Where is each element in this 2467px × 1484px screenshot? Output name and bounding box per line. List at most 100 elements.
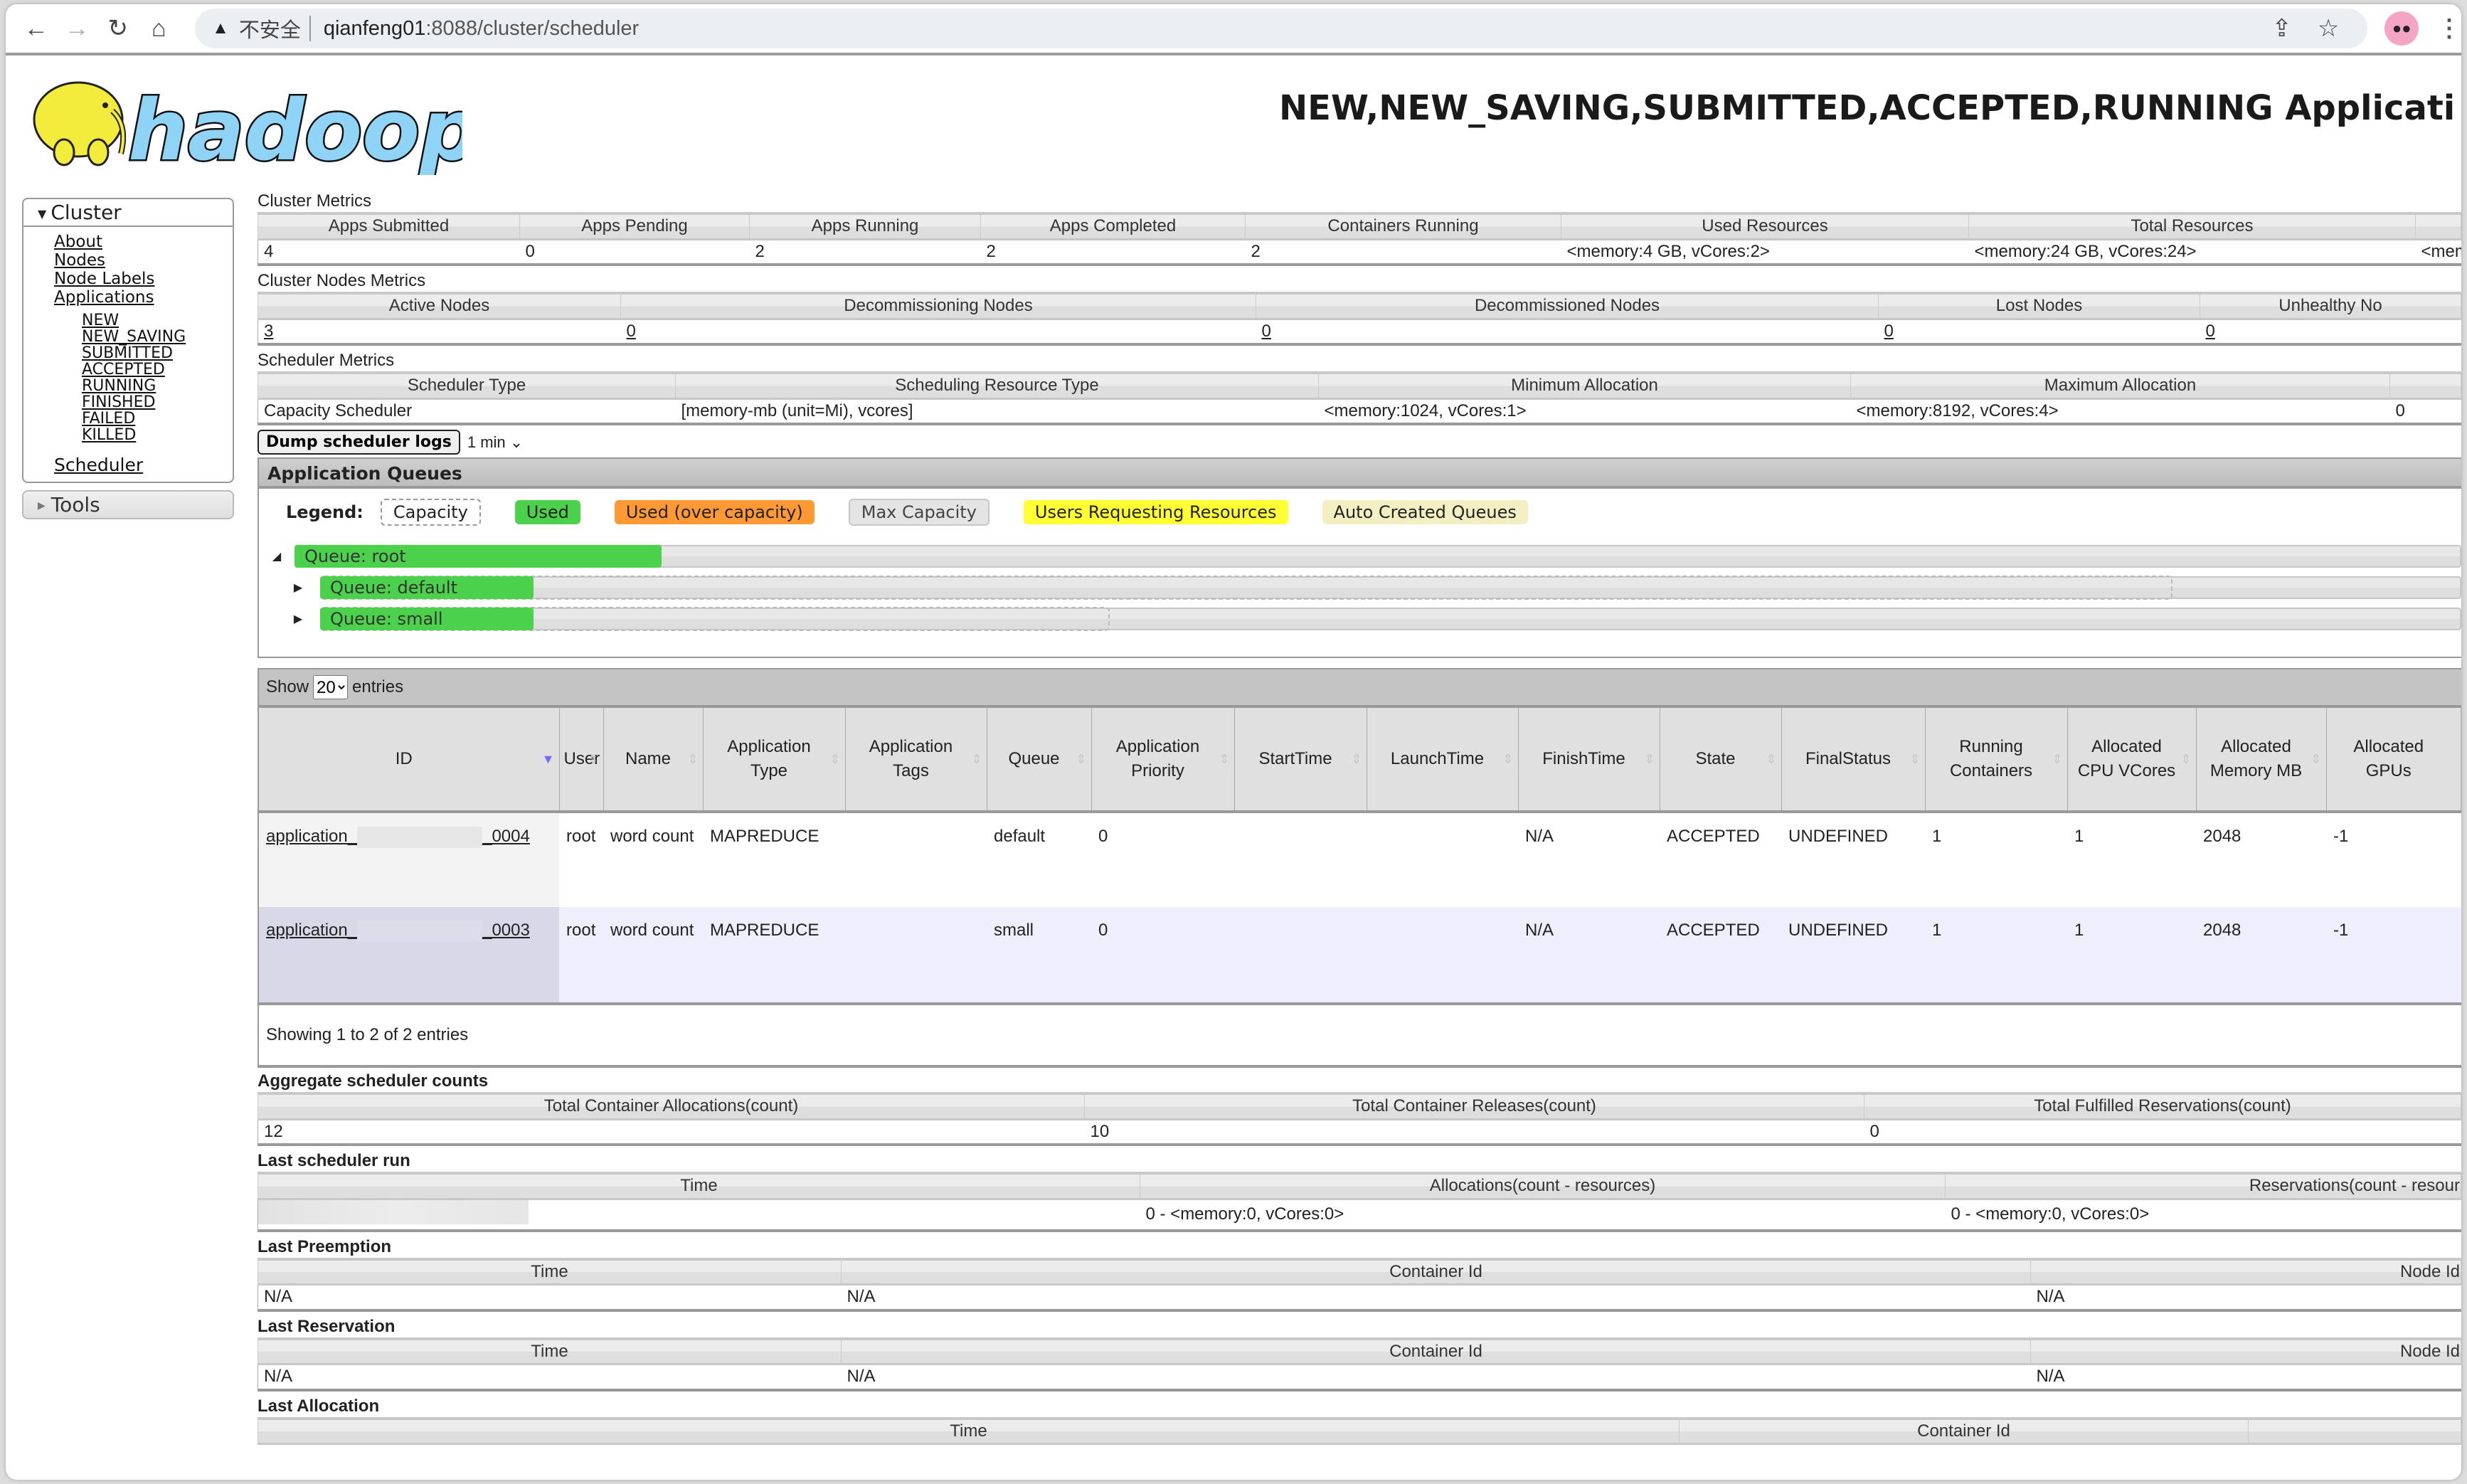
column-launch-time[interactable]: LaunchTime ⇕ <box>1367 708 1519 813</box>
column-final-status[interactable]: FinalStatus ⇕ <box>1781 708 1926 813</box>
page-size-select[interactable]: 20 <box>313 675 349 699</box>
legend-used: Used <box>514 500 580 524</box>
sort-icon: ⇕ <box>1502 752 1514 766</box>
last-preemption-title: Last Preemption <box>258 1236 392 1256</box>
table-header-row: ID ▼ User ⇕ Name ⇕ Application Type ⇕ Applic… <box>259 708 2461 813</box>
sidebar-link-scheduler[interactable]: Scheduler <box>23 456 233 475</box>
header-apps-submitted: Apps Submitted <box>258 212 520 240</box>
column-allocated-memory[interactable]: Allocated Memory MB ⇕ <box>2196 708 2327 813</box>
hadoop-logo[interactable]: hadoop <box>21 68 462 175</box>
queue-default-used-bar[interactable]: Queue: default <box>320 576 534 599</box>
sort-icon: ⇕ <box>2052 752 2063 766</box>
queue-default[interactable]: ▶ Queue: default <box>266 576 2461 600</box>
active-nodes-link[interactable]: 3 <box>264 322 273 341</box>
header-apps-completed: Apps Completed <box>980 212 1246 240</box>
page: hadoop NEW,NEW_SAVING,SUBMITTED,ACCEPTED… <box>6 58 2461 1480</box>
column-finish-time[interactable]: FinishTime ⇕ <box>1518 708 1660 813</box>
expand-down-icon[interactable]: ◢ <box>266 549 287 563</box>
cell-state: ACCEPTED <box>1660 812 1781 907</box>
total-resources-value: <memory:24 GB, vCores:24> <box>1968 239 2416 266</box>
cluster-section-header[interactable]: ▼ Cluster <box>23 199 233 227</box>
cell-redacted-times <box>1234 907 1518 1002</box>
sort-icon: ⇕ <box>1766 752 1777 766</box>
sidebar-link-killed[interactable]: KILLED <box>23 427 233 443</box>
column-allocated-vcores[interactable]: Allocated CPU VCores ⇕ <box>2067 708 2197 813</box>
sidebar-link-nodes[interactable]: Nodes <box>23 251 233 270</box>
sort-icon: ⇕ <box>1351 752 1362 766</box>
header-apps-pending: Apps Pending <box>519 212 750 240</box>
more-menu-icon[interactable]: ⋮ <box>2437 14 2461 43</box>
cluster-section: ▼ Cluster About Nodes Node Labels Applica… <box>22 198 234 483</box>
elephant-icon <box>33 81 127 166</box>
security-label: 不安全 <box>238 19 301 42</box>
entries-label: entries <box>352 677 404 696</box>
header-truncated <box>2415 212 2461 240</box>
share-icon[interactable]: ⇪ <box>2271 14 2292 43</box>
sidebar-link-new-saving[interactable]: NEW_SAVING <box>23 329 233 345</box>
tools-section-header[interactable]: ▶ Tools <box>22 490 234 519</box>
redacted-id <box>357 920 483 942</box>
expand-right-icon[interactable]: ▶ <box>287 612 309 626</box>
column-allocated-gpus[interactable]: Allocated GPUs <box>2326 708 2461 813</box>
cell-tags <box>845 812 987 907</box>
address-bar[interactable]: ▲ 不安全 qianfeng01:8088/cluster/scheduler … <box>195 9 2368 48</box>
sidebar-link-accepted[interactable]: ACCEPTED <box>23 361 233 378</box>
star-icon[interactable]: ☆ <box>2318 14 2339 43</box>
decommissioning-nodes-link[interactable]: 0 <box>627 322 636 341</box>
column-start-time[interactable]: StartTime ⇕ <box>1234 708 1367 813</box>
sidebar-link-finished[interactable]: FINISHED <box>23 394 233 410</box>
sidebar-link-applications[interactable]: Applications <box>23 288 233 307</box>
cell-name: word count <box>603 907 703 1002</box>
sidebar-link-node-labels[interactable]: Node Labels <box>23 270 233 288</box>
home-button[interactable]: ⌂ <box>139 8 180 49</box>
preemption-container-value: N/A <box>841 1284 2031 1312</box>
url-host: qianfeng01 <box>323 16 426 40</box>
profile-avatar[interactable]: ●● <box>2384 11 2419 46</box>
column-id[interactable]: ID ▼ <box>259 708 560 813</box>
scheduling-resource-type-value: [memory-mb (unit=Mi), vcores] <box>675 398 1319 425</box>
cell-running-containers: 1 <box>1925 812 2067 907</box>
application-id-link[interactable]: application_ _0004 <box>266 826 530 848</box>
reload-button[interactable]: ↻ <box>97 8 139 49</box>
expand-right-icon[interactable]: ▶ <box>287 581 309 595</box>
column-application-priority[interactable]: Application Priority ⇕ <box>1091 708 1235 813</box>
back-button[interactable]: ← <box>16 8 57 49</box>
cell-type: MAPREDUCE <box>703 907 845 1002</box>
column-user[interactable]: User ⇕ <box>559 708 604 813</box>
column-queue[interactable]: Queue ⇕ <box>987 708 1092 813</box>
dump-interval-select[interactable]: 1 min ⌄ <box>467 433 523 452</box>
header-truncated <box>2248 1416 2461 1445</box>
queue-small[interactable]: ▶ Queue: small <box>266 607 2461 631</box>
column-state[interactable]: State ⇕ <box>1660 708 1782 813</box>
column-application-tags[interactable]: Application Tags ⇕ <box>845 708 987 813</box>
table-row: application_ _0004 root word count MAPRED… <box>259 812 2461 907</box>
truncated-value: <mem <box>2415 239 2461 266</box>
unhealthy-nodes-link[interactable]: 0 <box>2206 322 2215 341</box>
cell-queue: small <box>987 907 1091 1002</box>
column-application-type[interactable]: Application Type ⇕ <box>703 708 846 813</box>
sidebar-link-new[interactable]: NEW <box>23 312 233 329</box>
header-total-reservations: Total Fulfilled Reservations(count) <box>1864 1092 2461 1120</box>
decommissioned-nodes-link[interactable]: 0 <box>1262 322 1271 341</box>
queue-root-used-bar[interactable]: Queue: root <box>295 545 662 568</box>
header-truncated <box>2389 371 2461 400</box>
dump-scheduler-logs-button[interactable]: Dump scheduler logs <box>258 430 460 455</box>
legend-auto-created: Auto Created Queues <box>1322 500 1528 524</box>
logo-text: hadoop <box>128 81 462 175</box>
cell-type: MAPREDUCE <box>703 812 845 907</box>
sidebar-link-running[interactable]: RUNNING <box>23 378 233 394</box>
application-id-link[interactable]: application_ _0003 <box>266 920 530 942</box>
cell-gpus: -1 <box>2326 907 2461 1002</box>
lost-nodes-link[interactable]: 0 <box>1884 322 1894 341</box>
sidebar-link-submitted[interactable]: SUBMITTED <box>23 345 233 361</box>
queue-tree: ◢ Queue: root ▶ Queue: default ▶ Queue: … <box>259 526 2461 657</box>
queue-small-used-bar[interactable]: Queue: small <box>320 608 534 630</box>
cluster-label: Cluster <box>51 201 122 224</box>
sidebar-link-failed[interactable]: FAILED <box>23 410 233 427</box>
forward-button[interactable]: → <box>57 8 98 49</box>
column-name[interactable]: Name ⇕ <box>603 708 704 813</box>
cluster-metrics-table: Apps Submitted Apps Pending Apps Running… <box>258 212 2461 266</box>
column-running-containers[interactable]: Running Containers ⇕ <box>1925 708 2068 813</box>
sidebar-link-about[interactable]: About <box>23 233 233 251</box>
queue-root[interactable]: ◢ Queue: root <box>266 544 2461 568</box>
